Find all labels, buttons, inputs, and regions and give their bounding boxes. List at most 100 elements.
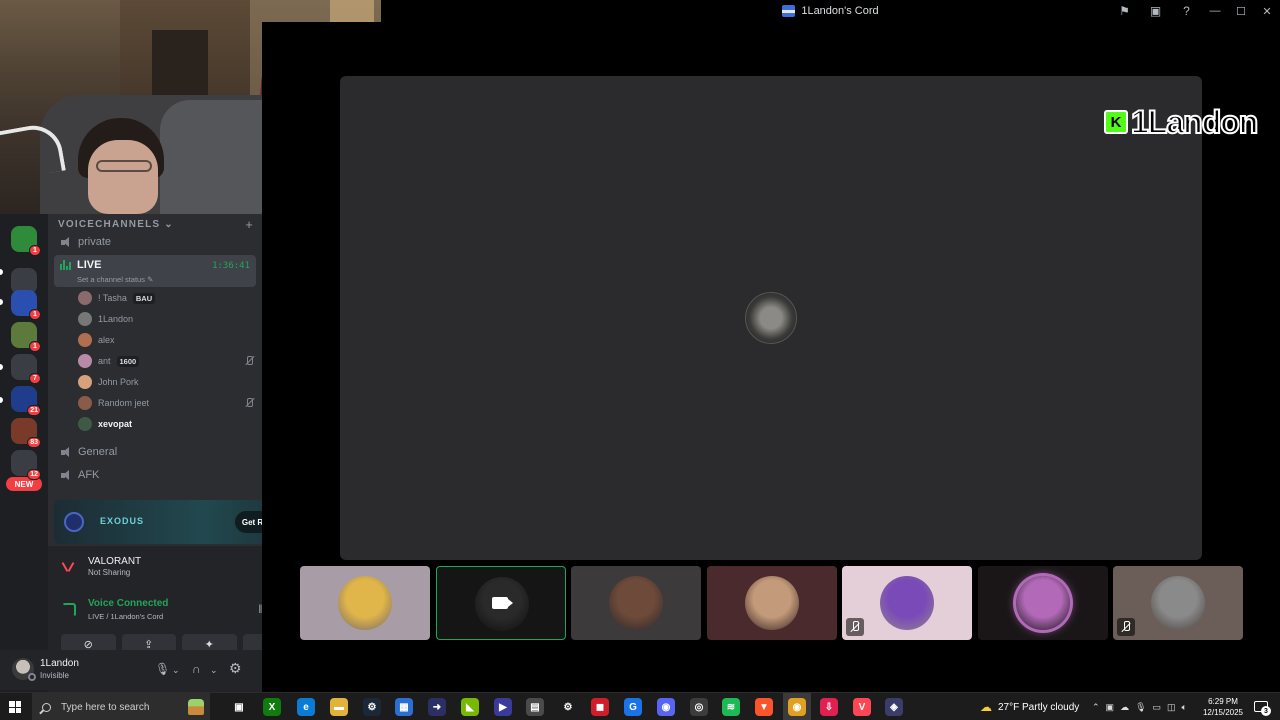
channel-sidebar: VOICECHANNELS ⌄ + private LIVE 1:36:41 S… xyxy=(48,214,310,692)
participant-tile[interactable] xyxy=(1113,566,1243,640)
user-status: Invisible xyxy=(40,671,69,680)
voice-member[interactable]: 1Landon xyxy=(78,309,256,329)
store-icon[interactable]: ▦ xyxy=(395,698,413,716)
download-app-icon[interactable]: ⇩ xyxy=(820,698,838,716)
server-icon[interactable]: 1 xyxy=(11,226,41,256)
task-view-icon[interactable]: ▣ xyxy=(230,698,248,716)
weather-widget[interactable]: ☁ 27°F Partly cloudy xyxy=(980,693,1079,720)
channel-label: AFK xyxy=(78,469,100,481)
network-icon[interactable]: ◫ xyxy=(1167,702,1176,713)
activity-subtitle: Not Sharing xyxy=(88,568,131,577)
chevron-down-icon[interactable]: ⌄ xyxy=(172,665,180,676)
username[interactable]: 1Landon xyxy=(40,658,79,669)
server-icon[interactable]: 1 xyxy=(11,322,41,352)
red-app-icon[interactable]: ◼ xyxy=(591,698,609,716)
live-voice-icon xyxy=(60,260,72,270)
steam-icon[interactable]: ⚙ xyxy=(363,698,381,716)
server-icon[interactable]: 12 xyxy=(11,450,41,480)
xbox-icon[interactable]: X xyxy=(263,698,281,716)
minimize-icon[interactable]: — xyxy=(1202,0,1228,22)
member-name: ! Tasha xyxy=(98,293,127,303)
voice-connected-subtitle[interactable]: LIVE / 1Landon's Cord xyxy=(88,612,163,621)
add-channel-icon[interactable]: + xyxy=(245,217,254,232)
channel-live[interactable]: LIVE 1:36:41 Set a channel status ✎ xyxy=(54,255,256,287)
participant-tile[interactable] xyxy=(300,566,430,640)
speaker-icon xyxy=(60,469,72,481)
nvidia-icon[interactable]: ◣ xyxy=(461,698,479,716)
app-icon[interactable]: ➜ xyxy=(428,698,446,716)
server-icon[interactable]: 7 xyxy=(11,354,41,384)
volume-icon[interactable]: 🔈︎ xyxy=(1182,702,1187,713)
voice-member[interactable]: alex xyxy=(78,330,256,350)
voice-member[interactable]: John Pork xyxy=(78,372,256,392)
brand-overlay: K 1Landon xyxy=(1104,103,1259,141)
participant-tile[interactable] xyxy=(977,566,1108,640)
channel-status[interactable]: Set a channel status ✎ xyxy=(77,275,153,284)
help-icon[interactable]: ? xyxy=(1171,0,1202,22)
settings-icon[interactable]: ⚙ xyxy=(559,698,577,716)
server-flag-icon xyxy=(782,5,796,17)
member-name: Random jeet xyxy=(98,398,150,408)
g-app-icon[interactable]: G xyxy=(624,698,642,716)
avatar xyxy=(78,354,92,368)
discord-icon[interactable]: ◉ xyxy=(657,698,675,716)
channel-afk[interactable]: AFK xyxy=(54,465,256,485)
voice-member[interactable]: ant 1600 xyxy=(78,351,256,371)
participant-tile[interactable] xyxy=(706,566,837,640)
avatar xyxy=(1151,576,1205,630)
chrome-icon[interactable]: ◉ xyxy=(788,698,806,716)
gear-icon[interactable]: ⚙ xyxy=(229,660,242,677)
microphone-icon[interactable]: 🎙︎ xyxy=(1135,702,1146,713)
spotify-icon[interactable]: ≋ xyxy=(722,698,740,716)
chevron-down-icon[interactable]: ⌄ xyxy=(210,665,218,676)
server-badge: 1 xyxy=(29,341,41,352)
signal-icon[interactable] xyxy=(62,603,76,617)
voice-connected-title[interactable]: Voice Connected xyxy=(88,598,168,609)
voice-member[interactable]: Random jeet xyxy=(78,393,256,413)
participant-tile[interactable] xyxy=(571,566,701,640)
speaker-icon xyxy=(60,236,72,248)
edge-icon[interactable]: e xyxy=(297,698,315,716)
chevron-up-icon[interactable]: ⌃ xyxy=(1092,702,1100,713)
avatar xyxy=(744,576,799,630)
participant-tile[interactable] xyxy=(842,566,972,640)
focused-participant[interactable] xyxy=(340,76,1202,560)
voice-member[interactable]: xevopat xyxy=(78,414,256,434)
server-icon[interactable]: 83 xyxy=(11,418,41,448)
calculator-icon[interactable]: ▤ xyxy=(526,698,544,716)
system-tray: ⌃ ▣ ☁ 🎙︎ ▭ ◫ 🔈︎ xyxy=(1092,693,1187,720)
close-icon[interactable]: ✕ xyxy=(1254,0,1280,22)
webcam-person-face xyxy=(88,140,158,214)
brave-icon[interactable]: ▼ xyxy=(755,698,773,716)
clock-date: 12/15/2025 xyxy=(1202,708,1244,717)
headphones-icon[interactable]: ∩ xyxy=(192,662,201,676)
server-badge: 83 xyxy=(27,437,41,448)
participant-tile[interactable] xyxy=(435,566,566,640)
file-explorer-icon[interactable]: ▬ xyxy=(330,698,348,716)
flag-icon[interactable]: ⚑ xyxy=(1109,0,1140,22)
server-badge: 7 xyxy=(29,373,41,384)
cupcake-icon[interactable] xyxy=(188,699,204,715)
battery-icon[interactable]: ▭ xyxy=(1153,702,1162,713)
avatar xyxy=(78,312,92,326)
maximize-icon[interactable]: ☐ xyxy=(1228,0,1254,22)
channel-general[interactable]: General xyxy=(54,442,256,462)
voice-category-header[interactable]: VOICECHANNELS ⌄ + xyxy=(58,217,254,232)
cloud-icon[interactable]: ☁ xyxy=(1120,702,1129,713)
clock[interactable]: 6:29 PM 12/15/2025 xyxy=(1196,696,1250,718)
microphone-icon[interactable]: 🎙︎ xyxy=(155,662,170,676)
media-icon[interactable]: ▶ xyxy=(494,698,512,716)
taskbar-search[interactable]: Type here to search xyxy=(32,693,210,720)
window-title: 1Landon's Cord xyxy=(782,5,879,17)
valorant-icon[interactable]: V xyxy=(853,698,871,716)
server-icon[interactable]: 1 xyxy=(11,290,41,320)
tray-app-icon[interactable]: ▣ xyxy=(1106,702,1115,713)
windows-start-icon[interactable] xyxy=(9,701,21,713)
voice-member[interactable]: ! Tasha BAU xyxy=(78,288,256,308)
unread-indicator xyxy=(0,364,3,370)
server-icon[interactable]: 21 xyxy=(11,386,41,416)
shield-icon[interactable]: ◈ xyxy=(885,698,903,716)
inbox-icon[interactable]: ▣ xyxy=(1140,0,1171,22)
chrome-alt-icon[interactable]: ◎ xyxy=(690,698,708,716)
channel-private[interactable]: private xyxy=(54,232,256,252)
